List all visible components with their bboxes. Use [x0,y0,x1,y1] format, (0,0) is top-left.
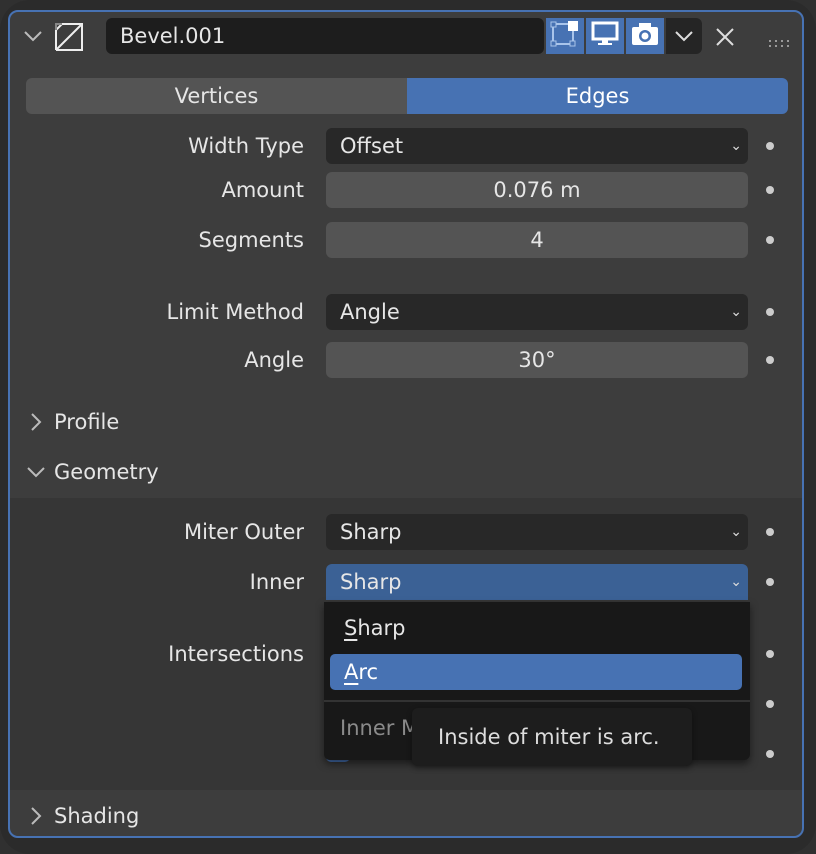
keyframe-dot-icon[interactable] [766,186,774,194]
chevron-down-icon: ⌄ [730,524,742,540]
segments-row: Segments 4 [10,222,802,258]
angle-label: Angle [244,348,304,372]
amount-label: Amount [221,178,304,202]
miter-outer-label: Miter Outer [183,520,304,544]
camera-icon [631,22,659,51]
bevel-modifier-panel: Bevel.001 Vertices Edges Width Type Offs… [8,10,804,838]
inner-label: Inner [249,570,304,594]
tooltip: Inside of miter is arc. [412,708,692,766]
affect-tabs: Vertices Edges [26,78,788,114]
keyframe-dot-icon[interactable] [766,356,774,364]
menu-item-rest: rc [358,660,379,684]
keyframe-dot-icon[interactable] [766,236,774,244]
keyframe-dot-icon[interactable] [766,700,774,708]
angle-field[interactable]: 30° [326,342,748,378]
keyframe-dot-icon[interactable] [766,308,774,316]
chevron-right-icon [26,798,46,834]
tab-edges[interactable]: Edges [407,78,788,114]
menu-item-arc[interactable]: Arc [330,654,742,690]
render-toggle[interactable] [626,18,664,54]
edit-mode-icon [550,19,580,54]
amount-row: Amount 0.076 m [10,172,802,208]
tab-vertices[interactable]: Vertices [26,78,407,114]
inner-row: Inner Sharp ⌄ [10,564,802,600]
amount-field[interactable]: 0.076 m [326,172,748,208]
inner-value: Sharp [340,570,402,594]
inner-dropdown[interactable]: Sharp ⌄ [326,564,748,600]
limit-method-value: Angle [340,300,400,324]
menu-item-mnemonic: A [344,660,359,684]
segments-field[interactable]: 4 [326,222,748,258]
keyframe-dot-icon[interactable] [766,750,774,758]
width-type-dropdown[interactable]: Offset ⌄ [326,128,748,164]
miter-outer-row: Miter Outer Sharp ⌄ [10,514,802,550]
menu-item-mnemonic: S [344,616,358,640]
edit-mode-toggle[interactable] [546,18,584,54]
chevron-down-icon: ⌄ [730,138,742,154]
width-type-value: Offset [340,134,404,158]
keyframe-dot-icon[interactable] [766,578,774,586]
subpanel-geometry-label: Geometry [54,460,159,484]
keyframe-dot-icon[interactable] [766,650,774,658]
modifier-header: Bevel.001 [10,12,802,68]
dropdown-chevron-icon [674,24,694,48]
drag-handle-icon[interactable] [768,30,792,54]
subpanel-geometry[interactable]: Geometry [10,454,802,490]
subpanel-shading[interactable]: Shading [10,798,802,834]
menu-item-rest: harp [357,616,406,640]
menu-title: Inner M [340,716,420,740]
chevron-down-icon: ⌄ [730,574,742,590]
limit-method-label: Limit Method [166,300,305,324]
width-type-label: Width Type [188,134,304,158]
monitor-icon [591,21,619,52]
subpanel-shading-label: Shading [54,804,140,828]
keyframe-dot-icon[interactable] [766,142,774,150]
close-icon[interactable] [714,26,736,53]
bevel-modifier-icon [54,22,84,57]
subpanel-profile[interactable]: Profile [10,404,802,440]
limit-method-row: Limit Method Angle ⌄ [10,294,802,330]
chevron-down-icon [26,454,46,490]
miter-outer-dropdown[interactable]: Sharp ⌄ [326,514,748,550]
limit-method-dropdown[interactable]: Angle ⌄ [326,294,748,330]
menu-item-sharp[interactable]: Sharp [330,610,742,646]
width-type-row: Width Type Offset ⌄ [10,128,802,164]
menu-divider [324,700,750,702]
miter-outer-value: Sharp [340,520,402,544]
keyframe-dot-icon[interactable] [766,528,774,536]
viewport-display-toggle[interactable] [586,18,624,54]
intersections-label: Intersections [168,642,304,666]
modifier-extra-dropdown[interactable] [666,18,702,54]
segments-label: Segments [198,228,304,252]
modifier-name-input[interactable]: Bevel.001 [106,18,544,54]
collapse-chevron-icon[interactable] [22,22,44,55]
chevron-right-icon [26,404,46,440]
subpanel-profile-label: Profile [54,410,120,434]
chevron-down-icon: ⌄ [730,304,742,320]
angle-row: Angle 30° [10,342,802,378]
